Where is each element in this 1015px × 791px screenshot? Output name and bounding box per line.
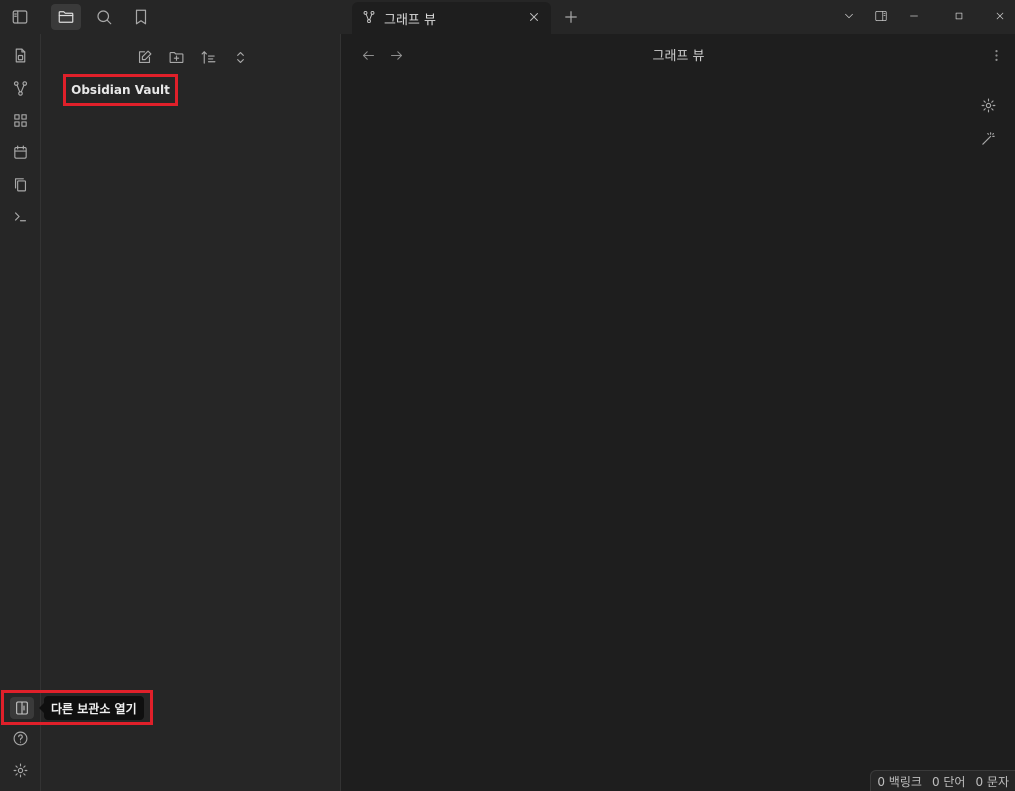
vault-switch-button[interactable] [10,697,34,719]
close-tab-icon[interactable] [527,9,541,28]
backlinks-count[interactable]: 0 백링크 [877,773,922,790]
search-icon[interactable] [89,4,119,30]
sidebar-toggle-icon[interactable] [5,4,35,30]
title-bar: 그래프 뷰 [0,0,1015,34]
plus-icon[interactable] [556,4,586,30]
graph-settings-icon[interactable] [976,93,1000,117]
random-note-icon[interactable] [7,42,33,68]
char-count: 0 문자 [975,774,1009,789]
status-bar: 0 백링크 0 단어 0 문자 [870,770,1015,791]
word-count: 0 단어 [931,774,966,789]
tab-label: 그래프 뷰 [384,12,436,28]
terminal-icon[interactable] [7,203,33,229]
more-options-icon[interactable] [984,44,1008,66]
collapse-icon[interactable] [227,44,253,70]
new-note-icon[interactable] [131,44,157,70]
ribbon [0,34,41,791]
wand-icon[interactable] [976,126,1000,150]
vault-name[interactable]: Obsidian Vault [63,74,178,106]
folder-icon[interactable] [51,4,81,30]
settings-icon[interactable] [7,757,33,783]
sort-icon[interactable] [195,44,221,70]
close-icon[interactable] [980,0,1015,32]
vault-switch-highlight: 다른 보관소 열기 [1,690,153,725]
tab-graph-view[interactable]: 그래프 뷰 [352,2,551,34]
graph-icon[interactable] [7,75,33,101]
bookmark-icon[interactable] [126,4,156,30]
copy-icon[interactable] [7,171,33,197]
new-folder-icon[interactable] [163,44,189,70]
vault-icon [16,701,28,715]
view-title: 그래프 뷰 [652,49,705,64]
graph-icon [362,9,376,28]
help-icon[interactable] [7,725,33,751]
tooltip: 다른 보관소 열기 [39,696,144,720]
canvas-icon[interactable] [7,107,33,133]
graph-view: 그래프 뷰 0 백링크 0 단어 0 문자 [342,34,1015,791]
maximize-icon[interactable] [939,0,979,32]
calendar-icon[interactable] [7,139,33,165]
file-explorer: Obsidian Vault [41,34,341,791]
minimize-icon[interactable] [894,0,934,32]
